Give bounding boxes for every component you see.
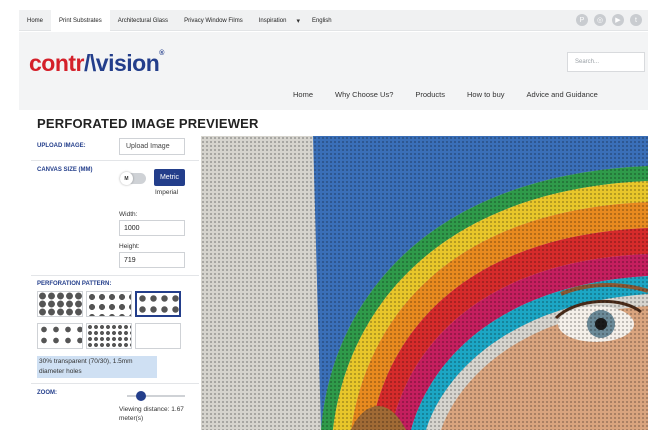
width-field[interactable]: 1000 (119, 220, 185, 236)
main-nav: Home Why Choose Us? Products How to buy … (293, 90, 620, 99)
main-nav-products[interactable]: Products (415, 90, 445, 99)
youtube-icon[interactable]: ▶ (612, 14, 624, 26)
pattern-description: 30% transparent (70/30), 1.5mm diameter … (37, 356, 157, 378)
utility-nav-print-substrates[interactable]: Print Substrates (51, 10, 110, 31)
pattern-option-6[interactable] (135, 323, 181, 349)
zoom-label: ZOOM: (37, 390, 57, 396)
divider (31, 275, 199, 276)
contravision-logo[interactable]: contr/\vision® (29, 50, 164, 77)
page-title: PERFORATED IMAGE PREVIEWER (37, 116, 259, 131)
viewing-distance: Viewing distance: 1.67 meter(s) (119, 406, 184, 422)
upload-image-button[interactable]: Upload Image (119, 138, 185, 155)
imperial-option[interactable]: Imperial (155, 189, 178, 196)
browser-frame: Home Print Substrates Architectural Glas… (19, 10, 648, 430)
utility-bar: Home Print Substrates Architectural Glas… (19, 10, 648, 31)
height-field[interactable]: 719 (119, 252, 185, 268)
pattern-option-1[interactable] (37, 291, 83, 317)
pinterest-icon[interactable]: P (576, 14, 588, 26)
site-header: contr/\vision® Search... Home Why Choose… (19, 32, 648, 110)
language-selector[interactable]: English (304, 10, 340, 31)
divider (31, 383, 199, 384)
pattern-option-4[interactable] (37, 323, 83, 349)
utility-nav-privacy-window-films[interactable]: Privacy Window Films (176, 10, 251, 31)
previewer-controls: UPLOAD IMAGE: Upload Image CANVAS SIZE (… (31, 136, 199, 430)
toggle-knob: M (120, 172, 133, 185)
height-label: Height: (119, 243, 140, 250)
language-chevron-icon[interactable]: ▾ (294, 10, 304, 31)
utility-nav-home[interactable]: Home (19, 10, 51, 31)
width-label: Width: (119, 211, 138, 218)
perforation-pattern-label: PERFORATION PATTERN: (37, 281, 112, 287)
instagram-icon[interactable]: ◎ (594, 14, 606, 26)
twitter-icon[interactable]: t (630, 14, 642, 26)
upload-image-label: UPLOAD IMAGE: (37, 143, 86, 149)
main-nav-how-to-buy[interactable]: How to buy (467, 90, 505, 99)
main-nav-advice-guidance[interactable]: Advice and Guidance (527, 90, 598, 99)
zoom-slider[interactable] (127, 391, 185, 401)
perforated-image-preview[interactable] (201, 136, 648, 430)
utility-nav: Home Print Substrates Architectural Glas… (19, 10, 340, 31)
canvas-size-label: CANVAS SIZE (MM) (37, 167, 93, 173)
main-nav-why-choose-us[interactable]: Why Choose Us? (335, 90, 393, 99)
perforation-dot-overlay (201, 136, 648, 430)
search-input[interactable]: Search... (567, 52, 645, 72)
divider (31, 160, 199, 161)
pattern-option-3-selected[interactable] (135, 291, 181, 317)
pattern-option-5[interactable] (86, 323, 132, 349)
zoom-slider-thumb[interactable] (135, 391, 146, 401)
social-icons: P ◎ ▶ t (576, 14, 642, 26)
metric-button[interactable]: Metric (154, 169, 185, 186)
pattern-option-2[interactable] (86, 291, 132, 317)
utility-nav-architectural-glass[interactable]: Architectural Glass (110, 10, 176, 31)
utility-nav-inspiration[interactable]: Inspiration (251, 10, 295, 31)
unit-toggle[interactable]: M (120, 172, 146, 185)
main-nav-home[interactable]: Home (293, 90, 313, 99)
